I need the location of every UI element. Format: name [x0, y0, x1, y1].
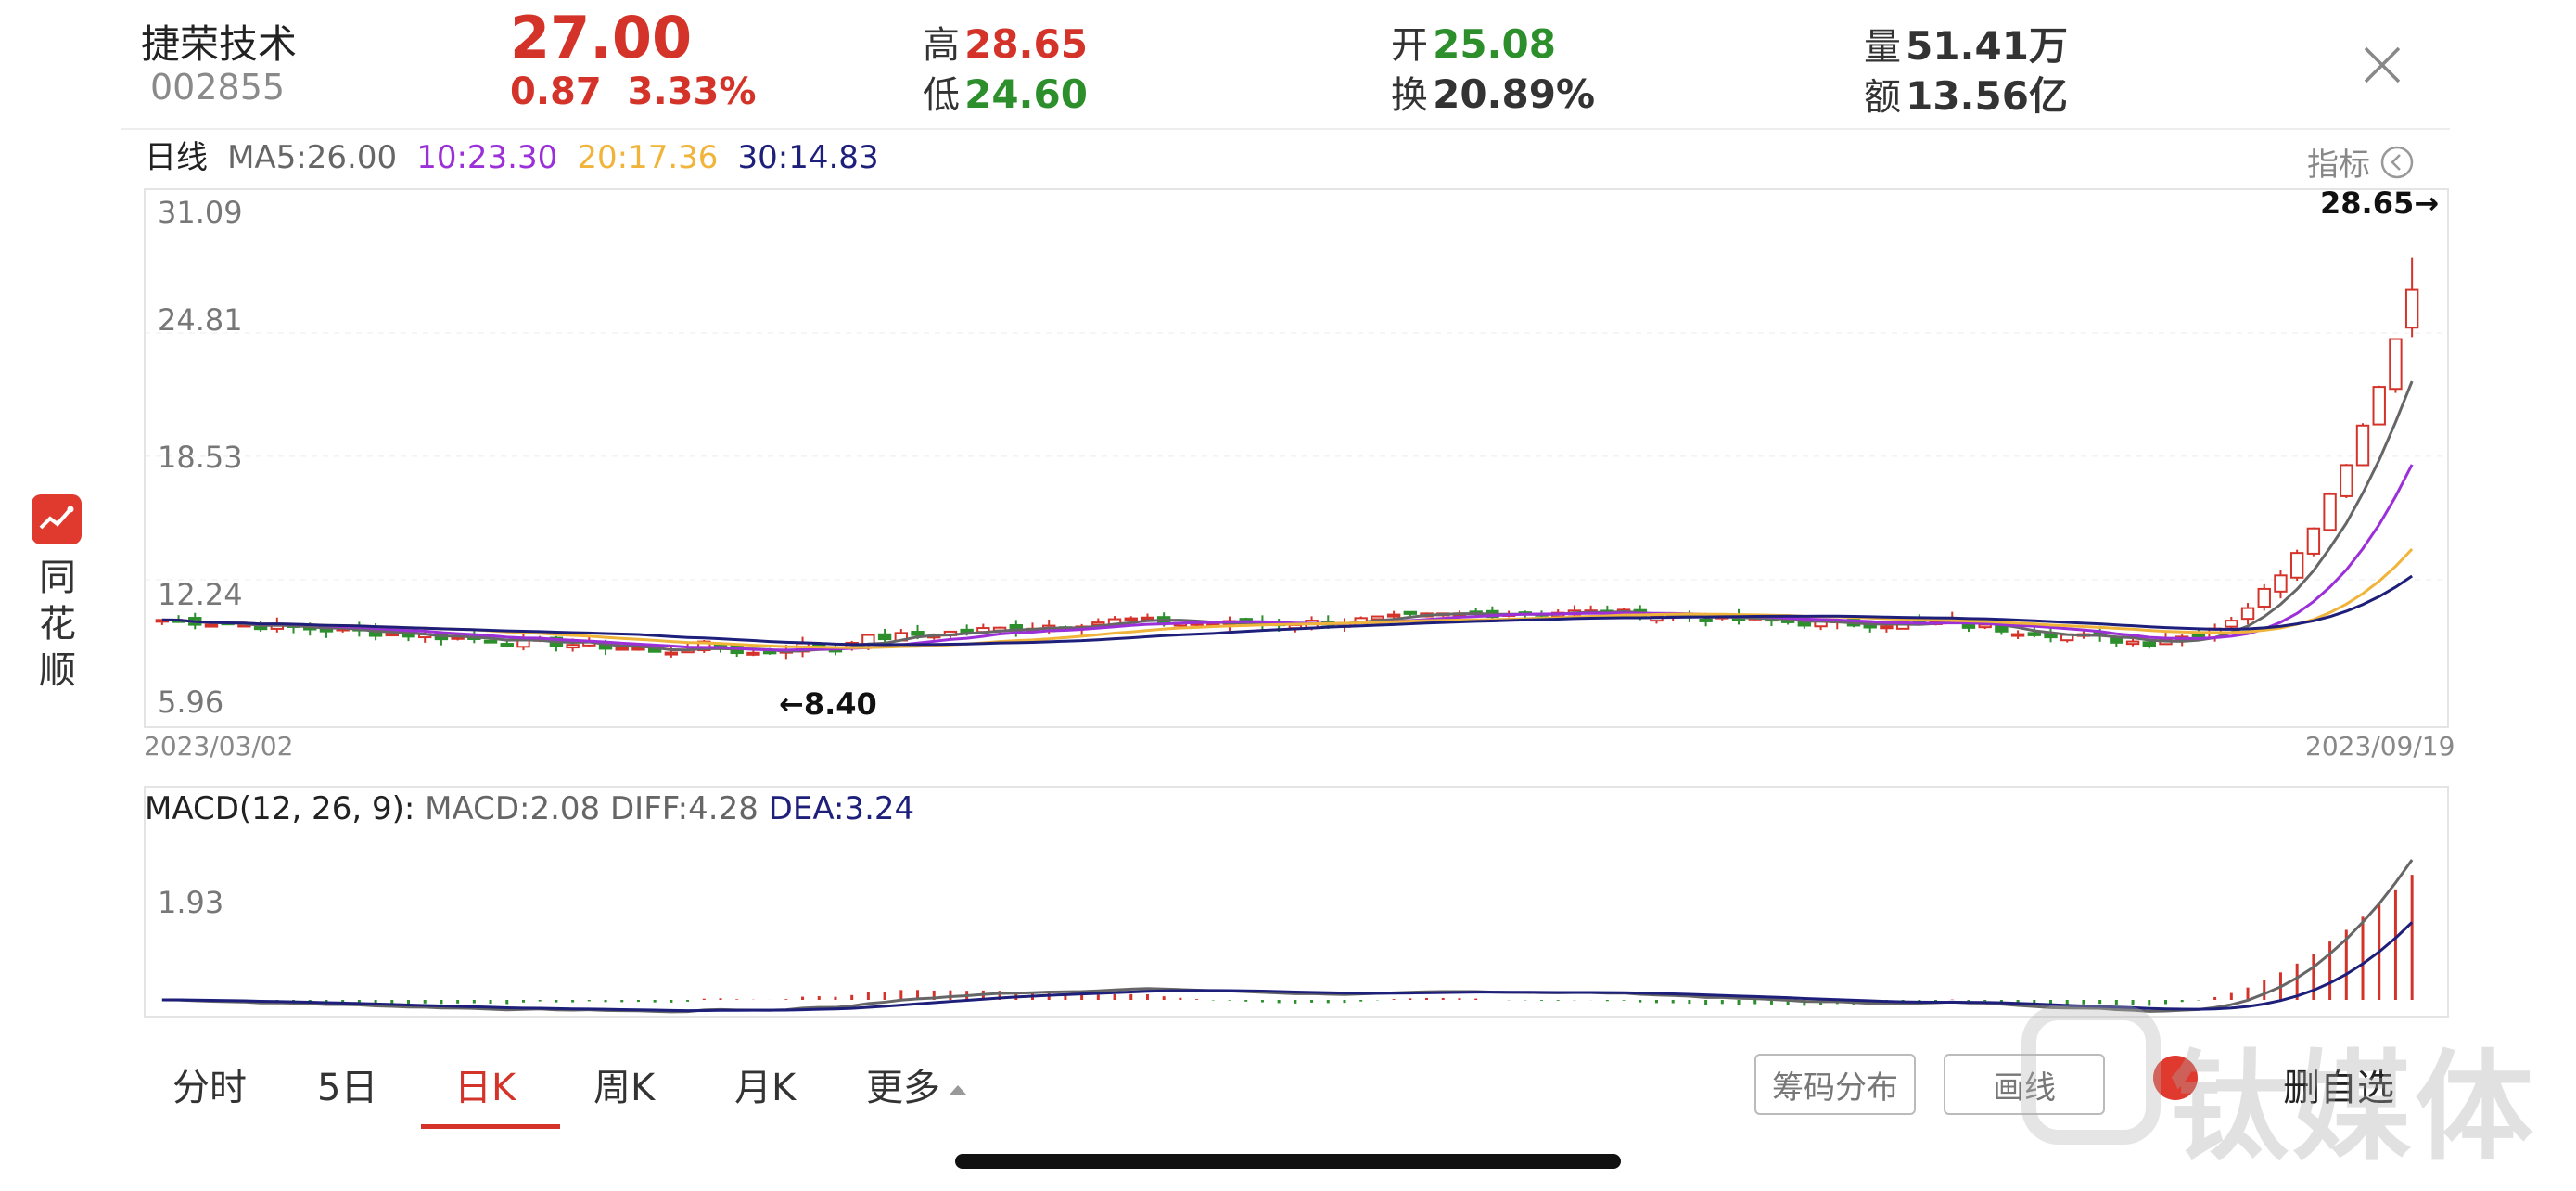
- candle-body: [762, 650, 777, 655]
- tab-daily-k[interactable]: 日K: [454, 1057, 516, 1111]
- y-tick-label: 5.96: [158, 685, 224, 720]
- tab-weekly-k[interactable]: 周K: [593, 1057, 655, 1111]
- ma-lines: [161, 380, 2414, 653]
- candle-body: [2355, 424, 2370, 467]
- candle-body: [2191, 633, 2206, 638]
- tab-5day[interactable]: 5日: [317, 1057, 377, 1111]
- candle-body: [2389, 338, 2403, 391]
- kline-grid: [144, 188, 2449, 728]
- candle-body: [2027, 632, 2042, 636]
- candle-body: [2372, 386, 2386, 426]
- y-tick-label: 31.09: [158, 195, 243, 230]
- candle-body: [2125, 640, 2140, 646]
- candle-body: [204, 623, 219, 628]
- watermark-text: 钛媒体: [2170, 1039, 2538, 1177]
- high-price-marker: 28.65→: [2320, 186, 2440, 221]
- macd-value: MACD:2.08: [425, 790, 601, 827]
- diff-line: [161, 859, 2414, 1014]
- candle-body: [1880, 625, 1894, 630]
- candle-body: [1699, 618, 1713, 622]
- dea-value: DEA:3.24: [768, 790, 915, 827]
- candle-body: [911, 631, 925, 636]
- watermark-logo: [2021, 1005, 2161, 1145]
- home-indicator: [955, 1154, 1621, 1169]
- candle-body: [746, 651, 760, 656]
- candle-body: [2274, 574, 2288, 593]
- candle-body: [1386, 613, 1401, 618]
- y-tick-label: 18.53: [158, 440, 243, 475]
- candle-body: [2225, 620, 2238, 628]
- y-tick-label: 24.81: [158, 302, 243, 338]
- end-date: 2023/09/19: [2305, 731, 2455, 762]
- candle-body: [1141, 616, 1154, 621]
- chart-border: [144, 188, 2449, 728]
- candle-body: [2257, 587, 2271, 608]
- candle-body: [1371, 615, 1384, 621]
- candle-body: [385, 633, 399, 637]
- candle-body: [500, 643, 514, 647]
- candle-body: [2323, 493, 2337, 531]
- candle-body: [2010, 633, 2025, 637]
- candle-body: [566, 644, 580, 649]
- candle-body: [1124, 617, 1138, 621]
- chip-distribution-label: 筹码分布: [1772, 1069, 1898, 1107]
- active-tab-underline: [421, 1124, 560, 1129]
- macd-title: MACD(12, 26, 9):: [145, 790, 415, 827]
- candle-body: [2306, 527, 2321, 555]
- macd-legend: MACD(12, 26, 9): MACD:2.08 DIFF:4.28 DEA…: [145, 790, 914, 827]
- dea-line: [161, 921, 2414, 1013]
- macd-y-tick: 1.93: [158, 885, 224, 920]
- candle-body: [631, 647, 645, 651]
- candle-body: [960, 628, 974, 634]
- tab-more[interactable]: 更多: [866, 1057, 968, 1111]
- tab-monthly-k[interactable]: 月K: [734, 1057, 796, 1111]
- candle-body: [2240, 607, 2255, 621]
- candle-body: [2289, 552, 2304, 579]
- ma5-line: [161, 380, 2414, 653]
- candle-body: [483, 639, 498, 644]
- candle-body: [2340, 464, 2353, 497]
- candle-body: [2142, 641, 2156, 648]
- chip-distribution-button[interactable]: 筹码分布: [1754, 1054, 1916, 1115]
- caret-up-icon: [948, 1063, 968, 1106]
- candle-body: [1403, 610, 1418, 615]
- candle-body: [877, 633, 892, 641]
- diff-value: DIFF:4.28: [610, 790, 759, 827]
- tab-more-label: 更多: [866, 1067, 940, 1109]
- y-tick-label: 12.24: [158, 577, 243, 612]
- candles: [155, 257, 2419, 660]
- ma20-line: [161, 547, 2414, 649]
- tab-timeshare[interactable]: 分时: [172, 1057, 247, 1111]
- start-date: 2023/03/02: [144, 731, 294, 762]
- candle-body: [2404, 288, 2419, 329]
- candle-body: [615, 647, 629, 651]
- low-price-marker: ←8.40: [779, 686, 877, 722]
- candle-body: [664, 651, 679, 656]
